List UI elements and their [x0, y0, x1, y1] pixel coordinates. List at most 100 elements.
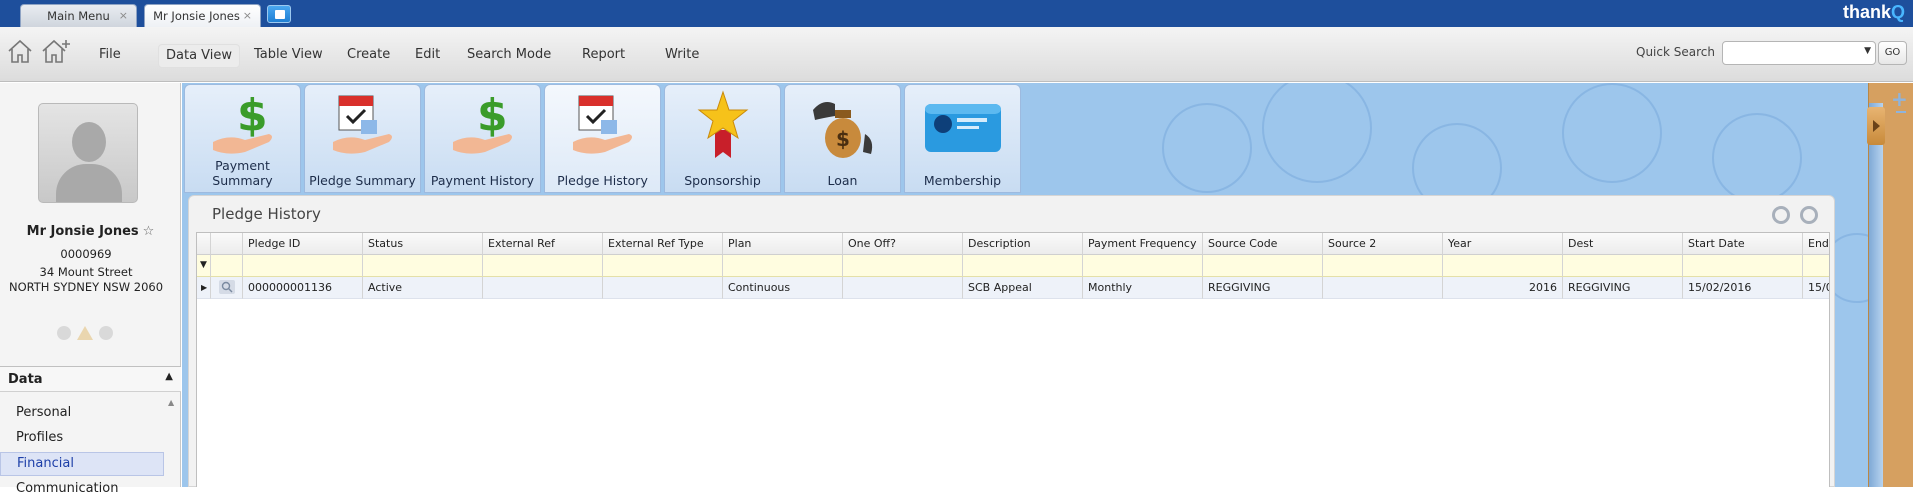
- cell-external-ref: [483, 277, 603, 299]
- data-section-header[interactable]: Data ▲: [0, 366, 181, 392]
- filter-cell[interactable]: [363, 255, 483, 277]
- go-button[interactable]: GO: [1878, 41, 1907, 65]
- home-icon[interactable]: [6, 37, 34, 65]
- tile-payment-history[interactable]: $ Payment History: [424, 84, 541, 193]
- header-spacer: [211, 233, 243, 255]
- tile-label: Loan: [827, 173, 858, 188]
- col-pledge-id[interactable]: Pledge ID: [243, 233, 363, 255]
- sidebar-item-personal[interactable]: Personal: [0, 402, 164, 426]
- row-expand-icon[interactable]: ▶: [197, 277, 211, 299]
- quick-search-label: Quick Search: [1636, 45, 1715, 59]
- tile-pledge-history[interactable]: Pledge History: [544, 84, 661, 193]
- filter-cell[interactable]: [1443, 255, 1563, 277]
- filter-icon[interactable]: ▼: [197, 255, 211, 277]
- col-external-ref[interactable]: External Ref: [483, 233, 603, 255]
- quick-search-input[interactable]: ▼: [1722, 41, 1876, 65]
- message-icon: [99, 326, 113, 340]
- col-status[interactable]: Status: [363, 233, 483, 255]
- data-section-label: Data: [8, 372, 43, 387]
- menu-report[interactable]: Report: [575, 44, 632, 68]
- tile-membership[interactable]: Membership: [904, 84, 1021, 193]
- tile-label: Payment Summary: [212, 158, 273, 188]
- menu-create[interactable]: Create: [340, 44, 397, 68]
- close-icon[interactable]: ×: [243, 9, 252, 22]
- contact-sidebar: Mr Jonsie Jones ☆ 0000969 34 Mount Street…: [0, 83, 181, 496]
- tile-pledge-summary[interactable]: Pledge Summary: [304, 84, 421, 193]
- brand-logo: thankQ: [1842, 2, 1905, 22]
- zoom-out-icon[interactable]: [1896, 111, 1906, 113]
- filter-cell[interactable]: [483, 255, 603, 277]
- col-description[interactable]: Description: [963, 233, 1083, 255]
- tab-main-menu[interactable]: Main Menu ×: [20, 4, 137, 27]
- new-tab-button[interactable]: [267, 5, 291, 23]
- col-dest[interactable]: Dest: [1563, 233, 1683, 255]
- filter-cell[interactable]: [843, 255, 963, 277]
- menu-edit[interactable]: Edit: [408, 44, 447, 68]
- sidebar-item-communication[interactable]: Communication: [0, 478, 164, 502]
- sidebar-item-profiles[interactable]: Profiles: [0, 427, 164, 451]
- tile-sponsorship[interactable]: Sponsorship: [664, 84, 781, 193]
- sponsorship-icon: [697, 90, 749, 158]
- favourite-star-icon[interactable]: ☆: [143, 224, 155, 239]
- chevron-up-icon[interactable]: ▲: [165, 371, 173, 382]
- refresh-icon[interactable]: [1772, 206, 1790, 224]
- col-one-off[interactable]: One Off?: [843, 233, 963, 255]
- col-external-ref-type[interactable]: External Ref Type: [603, 233, 723, 255]
- menu-table-view[interactable]: Table View: [247, 44, 330, 68]
- pledge-history-panel: Pledge History Pledge ID Status External…: [188, 195, 1835, 487]
- panel-tools: [1762, 206, 1818, 227]
- cell-source-2: [1323, 277, 1443, 299]
- avatar-body-icon: [56, 164, 122, 202]
- puzzle-decoration: [1162, 103, 1252, 193]
- menu-data-view[interactable]: Data View: [158, 44, 241, 68]
- menu-search-mode[interactable]: Search Mode: [460, 44, 558, 68]
- magnifier-icon: [219, 280, 235, 294]
- contact-id: 0000969: [60, 247, 112, 261]
- row-view-button[interactable]: [211, 277, 243, 299]
- col-year[interactable]: Year: [1443, 233, 1563, 255]
- zoom-in-icon[interactable]: +: [1891, 87, 1908, 111]
- col-start-date[interactable]: Start Date: [1683, 233, 1803, 255]
- filter-cell[interactable]: [1563, 255, 1683, 277]
- window-tab-bar: Main Menu × Mr Jonsie Jones × thankQ: [0, 0, 1913, 27]
- tab-contact[interactable]: Mr Jonsie Jones ×: [144, 4, 261, 27]
- filter-cell[interactable]: [1323, 255, 1443, 277]
- col-source-2[interactable]: Source 2: [1323, 233, 1443, 255]
- filter-cell[interactable]: [1203, 255, 1323, 277]
- membership-icon: [925, 104, 1001, 152]
- puzzle-decoration: [1562, 83, 1662, 183]
- filter-cell[interactable]: [243, 255, 363, 277]
- menu-file[interactable]: File: [92, 44, 128, 68]
- filter-cell[interactable]: [963, 255, 1083, 277]
- filter-cell[interactable]: [603, 255, 723, 277]
- col-end[interactable]: End: [1803, 233, 1829, 255]
- cell-start-date: 15/02/2016: [1683, 277, 1803, 299]
- filter-cell[interactable]: [1803, 255, 1829, 277]
- cell-one-off: [843, 277, 963, 299]
- col-source-code[interactable]: Source Code: [1203, 233, 1323, 255]
- col-payment-frequency[interactable]: Payment Frequency: [1083, 233, 1203, 255]
- add-home-icon[interactable]: [40, 37, 72, 65]
- col-plan[interactable]: Plan: [723, 233, 843, 255]
- menu-write[interactable]: Write: [658, 44, 706, 68]
- gear-icon[interactable]: [1800, 206, 1818, 224]
- sidebar-item-financial[interactable]: Financial: [0, 452, 164, 476]
- cell-end: 15/0: [1803, 277, 1829, 299]
- scroll-up-icon[interactable]: ▲: [168, 398, 174, 407]
- close-icon[interactable]: ×: [119, 9, 128, 22]
- pledge-history-icon: [573, 95, 632, 154]
- avatar[interactable]: [38, 103, 138, 203]
- cell-description: SCB Appeal: [963, 277, 1083, 299]
- filter-cell[interactable]: [1683, 255, 1803, 277]
- puzzle-decoration: [1712, 113, 1802, 203]
- tile-loan[interactable]: $ Loan: [784, 84, 901, 193]
- filter-cell[interactable]: [211, 255, 243, 277]
- tile-payment-summary[interactable]: $ Payment Summary: [184, 84, 301, 193]
- main-content: $ Payment Summary Pledge Summary $ Payme…: [182, 83, 1868, 487]
- expand-panel-button[interactable]: [1867, 107, 1885, 145]
- dropdown-arrow-icon[interactable]: ▼: [1864, 46, 1871, 56]
- filter-cell[interactable]: [1083, 255, 1203, 277]
- filter-cell[interactable]: [723, 255, 843, 277]
- payment-history-icon: $: [453, 90, 512, 154]
- payment-summary-icon: $: [213, 90, 272, 154]
